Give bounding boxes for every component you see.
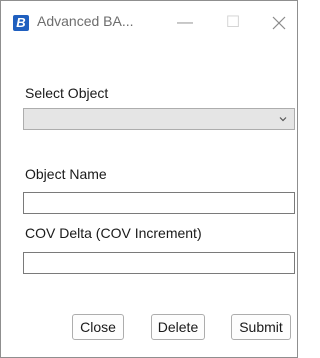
close-button[interactable]: Close: [72, 314, 124, 340]
dialog-window: B Advanced BA... — ☐ Select Object Objec…: [0, 0, 298, 358]
object-name-label: Object Name: [25, 166, 107, 182]
maximize-button[interactable]: ☐: [213, 9, 253, 37]
object-name-input[interactable]: [23, 192, 295, 214]
window-title: Advanced BA...: [37, 13, 134, 29]
maximize-icon: ☐: [225, 14, 241, 31]
app-logo-icon: B: [13, 15, 29, 31]
close-icon: [272, 16, 286, 30]
close-window-button[interactable]: [261, 9, 297, 37]
submit-button[interactable]: Submit: [231, 314, 291, 340]
select-object-label: Select Object: [25, 85, 109, 101]
cov-delta-label: COV Delta (COV Increment): [25, 225, 202, 241]
title-bar[interactable]: B Advanced BA... — ☐: [1, 1, 297, 45]
cov-delta-input[interactable]: [23, 252, 295, 274]
select-object-dropdown[interactable]: [23, 108, 295, 130]
delete-button[interactable]: Delete: [151, 314, 205, 340]
minimize-button[interactable]: —: [165, 9, 205, 37]
minimize-icon: —: [177, 14, 193, 31]
chevron-down-icon: [279, 117, 287, 122]
